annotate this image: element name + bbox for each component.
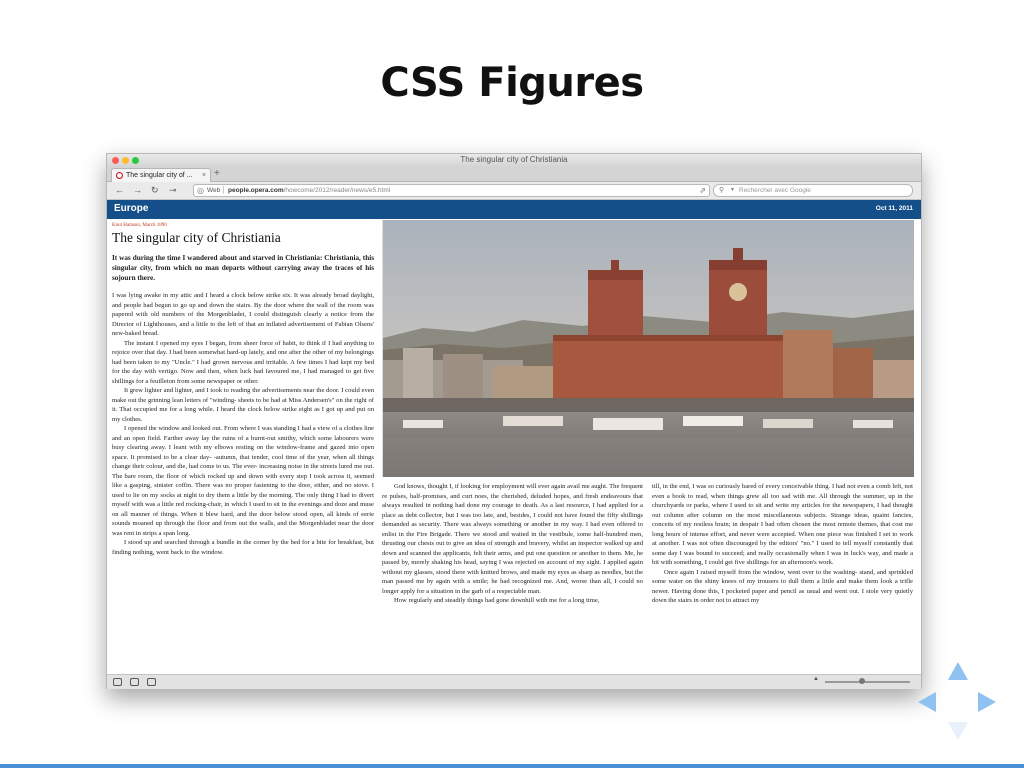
zoom-menu-icon[interactable]: ▲ — [813, 676, 819, 682]
opera-icon — [116, 172, 123, 179]
address-url[interactable]: people.opera.com/howcome/2012/reader/new… — [228, 185, 390, 196]
cloud-icon[interactable] — [130, 678, 139, 686]
back-arrow-icon[interactable]: ← — [115, 184, 124, 196]
reload-icon[interactable]: ↻ — [151, 184, 159, 196]
city-harbour-photo — [382, 220, 914, 477]
article-title: The singular city of Christiania — [112, 230, 281, 245]
nav-left-arrow-icon[interactable] — [918, 692, 936, 712]
article-paragraph: I was lying awake in my attic and I hear… — [112, 292, 374, 337]
nav-down-arrow-icon[interactable] — [948, 722, 968, 740]
harbour-photo-illustration — [383, 220, 914, 477]
tab-active[interactable]: The singular city of ... × — [111, 168, 211, 182]
tab-label: The singular city of ... — [126, 172, 193, 179]
address-mode-label: Web — [207, 187, 221, 194]
article-paragraph: The instant I opened my eyes I began, fr… — [112, 339, 374, 385]
header-date: Oct 11, 2011 — [875, 205, 913, 212]
chevron-down-icon[interactable]: ▼ — [730, 185, 735, 196]
slide-navigation — [916, 660, 1000, 744]
panel-toggle-icon[interactable] — [113, 678, 122, 686]
nav-up-arrow-icon[interactable] — [948, 662, 968, 680]
forward-arrow-icon[interactable]: → — [133, 184, 142, 196]
tab-bar: The singular city of ... × + — [107, 166, 921, 182]
new-tab-button[interactable]: + — [214, 168, 220, 180]
address-bar[interactable]: ◎ Web people.opera.com/howcome/2012/read… — [193, 184, 710, 197]
window-titlebar: The singular city of Christiania — [107, 154, 921, 166]
article-paragraph: Once again I raised myself from the wind… — [652, 568, 913, 605]
url-host: people.opera.com — [228, 187, 284, 194]
page-content: Europe Oct 11, 2011 Knut Hamsun, March 1… — [107, 200, 921, 674]
slide-progress-bar — [0, 764, 1024, 768]
address-divider — [223, 186, 224, 194]
search-icon: ⚲ — [719, 187, 725, 194]
zoom-slider-handle[interactable] — [859, 678, 865, 684]
search-placeholder: Rechercher avec Google — [739, 187, 811, 194]
article-kicker: Knut Hamsun, March 1890 — [112, 223, 167, 228]
article-left-column: Knut Hamsun, March 1890 The singular cit… — [112, 222, 374, 557]
article-paragraph: till, in the end, I was so curiously bar… — [652, 483, 913, 566]
article-paragraph: I opened the window and looked out. From… — [112, 425, 374, 537]
article-lede: It was during the time I wandered about … — [112, 254, 374, 282]
article-right-column: till, in the end, I was so curiously bar… — [652, 482, 913, 606]
speed-dial-icon[interactable] — [147, 678, 156, 686]
section-header: Europe Oct 11, 2011 — [107, 200, 921, 219]
article-paragraph: How regularly and steadily things had go… — [394, 597, 600, 604]
window-title: The singular city of Christiania — [460, 155, 568, 164]
nav-right-arrow-icon[interactable] — [978, 692, 996, 712]
zoom-slider[interactable] — [825, 678, 910, 684]
tab-close-icon[interactable]: × — [202, 169, 206, 182]
share-icon[interactable]: ⇗ — [699, 185, 706, 196]
article-paragraph: God knows, thought I, if looking for emp… — [382, 483, 643, 595]
article-paragraph: It grew lighter and lighter, and I took … — [112, 387, 374, 423]
search-bar[interactable]: ⚲ ▼ Rechercher avec Google — [713, 184, 913, 197]
article-middle-column: God knows, thought I, if looking for emp… — [382, 482, 643, 606]
slide-progress-fill — [0, 764, 1024, 768]
slide-title: CSS Figures — [380, 60, 644, 106]
article-paragraph: I stood up and searched through a bundle… — [112, 539, 374, 556]
section-label: Europe — [114, 203, 149, 214]
globe-icon: ◎ — [197, 186, 204, 195]
browser-toolbar: ← → ↻ ⊸ ◎ Web people.opera.com/howcome/2… — [107, 182, 921, 200]
key-icon[interactable]: ⊸ — [169, 184, 177, 196]
status-bar: ▲ — [107, 674, 921, 689]
url-path: /howcome/2012/reader/news/e5.html — [283, 187, 391, 194]
browser-window: The singular city of Christiania The sin… — [106, 153, 922, 689]
